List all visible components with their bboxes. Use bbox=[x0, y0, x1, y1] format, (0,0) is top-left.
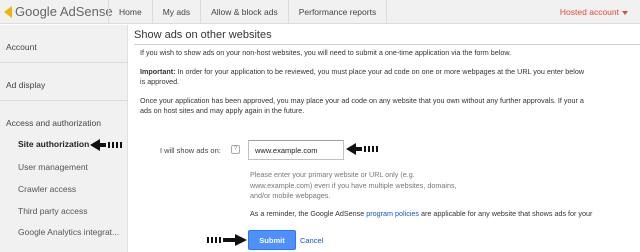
important-body: In order for your application to be revi… bbox=[175, 67, 585, 76]
url-hint-text: Please enter your primary website or URL… bbox=[250, 170, 457, 202]
important-label: Important: bbox=[140, 67, 176, 76]
url-field-label: I will show ads on: bbox=[160, 146, 221, 155]
arrow-right-icon bbox=[207, 234, 247, 246]
reminder-text: As a reminder, the Google AdSense bbox=[250, 209, 367, 218]
main-nav: Home My ads Allow & block ads Performanc… bbox=[108, 0, 388, 24]
nav-performance-reports[interactable]: Performance reports bbox=[287, 0, 388, 24]
cancel-link[interactable]: Cancel bbox=[300, 236, 323, 245]
logo-google: Google bbox=[15, 4, 57, 19]
chevron-down-icon bbox=[622, 10, 628, 15]
arrow-left-icon bbox=[346, 143, 378, 155]
sidebar-divider bbox=[0, 100, 128, 101]
sidebar-item-google-analytics[interactable]: Google Analytics integrat... bbox=[0, 227, 128, 237]
sidebar-item-third-party-access[interactable]: Third party access bbox=[0, 206, 128, 216]
hint-line: Please enter your primary website or URL… bbox=[250, 170, 415, 179]
website-url-input[interactable] bbox=[248, 140, 344, 160]
approved-text: Once your application has been approved,… bbox=[140, 96, 584, 105]
sidebar-item-crawler-access[interactable]: Crawler access bbox=[0, 184, 128, 194]
program-policies-link[interactable]: program policies bbox=[366, 209, 419, 218]
arrow-left-icon bbox=[90, 139, 122, 151]
policy-reminder: As a reminder, the Google AdSense progra… bbox=[250, 209, 592, 218]
reminder-text-end: are applicable for any website that show… bbox=[419, 209, 593, 218]
account-menu[interactable]: Hosted account bbox=[560, 0, 628, 24]
logo-text: Google AdSense bbox=[15, 4, 113, 19]
logo-product: AdSense bbox=[59, 4, 113, 19]
sidebar-item-user-management[interactable]: User management bbox=[0, 162, 128, 172]
sidebar-divider bbox=[0, 62, 128, 63]
sidebar-item-access-authorization[interactable]: Access and authorization bbox=[0, 118, 128, 128]
intro-text: If you wish to show ads on your non-host… bbox=[140, 48, 512, 57]
adsense-logo-icon bbox=[4, 5, 12, 18]
approved-text-cont: ads on host sites and may apply again in… bbox=[140, 106, 305, 115]
nav-home[interactable]: Home bbox=[108, 0, 152, 24]
important-text-cont: is approved. bbox=[140, 77, 180, 86]
top-bar: Google AdSense Home My ads Allow & block… bbox=[0, 0, 640, 24]
hint-line: and/or mobile webpages. bbox=[250, 191, 331, 200]
nav-my-ads[interactable]: My ads bbox=[151, 0, 200, 24]
sidebar-item-account[interactable]: Account bbox=[0, 42, 128, 52]
main-content: Show ads on other websites If you wish t… bbox=[134, 25, 640, 252]
title-divider bbox=[134, 44, 640, 45]
help-icon[interactable]: ? bbox=[231, 145, 240, 154]
nav-allow-block-ads[interactable]: Allow & block ads bbox=[200, 0, 288, 24]
account-label: Hosted account bbox=[559, 7, 619, 17]
sidebar-item-ad-display[interactable]: Ad display bbox=[0, 80, 128, 90]
hint-line: www.example.com) even if you have multip… bbox=[250, 180, 457, 190]
adsense-logo[interactable]: Google AdSense bbox=[4, 4, 113, 19]
page-title: Show ads on other websites bbox=[134, 29, 272, 41]
submit-button[interactable]: Submit bbox=[248, 230, 296, 250]
important-text: Important: In order for your application… bbox=[140, 67, 640, 78]
